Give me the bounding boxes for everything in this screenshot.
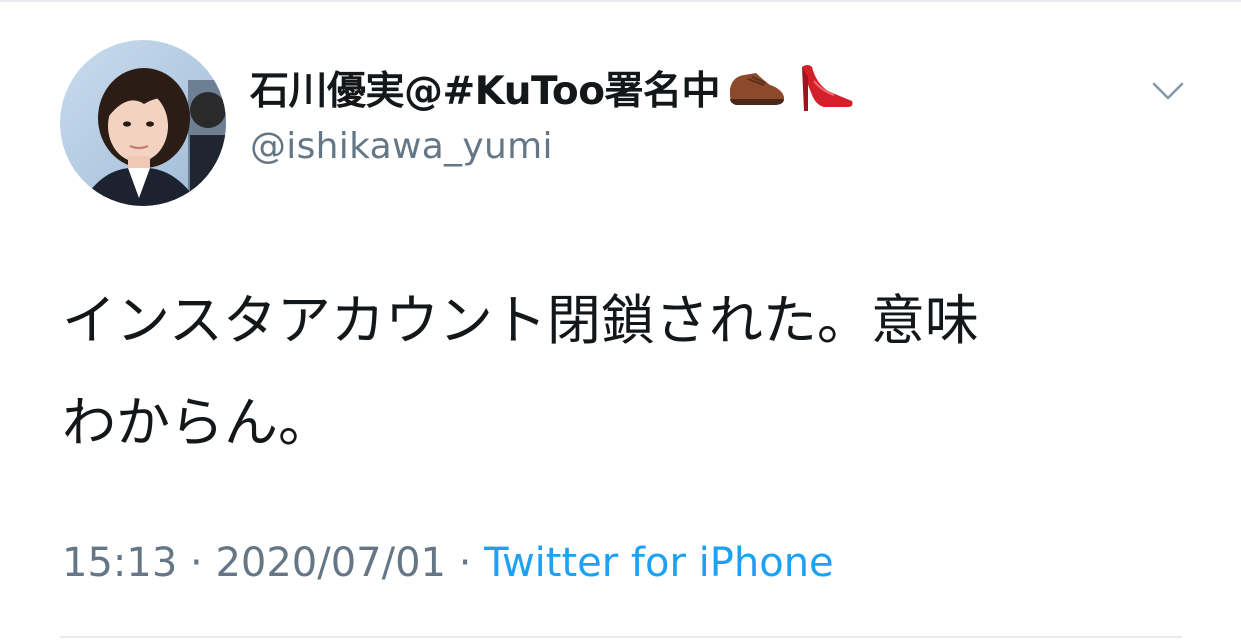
bottom-divider <box>60 636 1182 638</box>
high-heel-icon <box>794 61 856 115</box>
avatar-photo <box>60 40 226 206</box>
chevron-down-icon[interactable] <box>1148 74 1188 106</box>
display-name[interactable]: 石川優実@#KuToo署名中 <box>250 58 856 118</box>
tweet-time: 15:13 <box>62 540 178 586</box>
meta-separator: · <box>445 540 485 586</box>
tweet-source-link[interactable]: Twitter for iPhone <box>484 540 834 586</box>
meta-separator: · <box>177 540 216 586</box>
avatar[interactable] <box>60 40 226 206</box>
tweet-text: インスタアカウント閉鎖された。意味 わからん。 <box>62 289 979 454</box>
tweet-date: 2020/07/01 <box>215 540 446 586</box>
user-handle[interactable]: @ishikawa_yumi <box>250 126 553 167</box>
tweet-card: 石川優実@#KuToo署名中 @ishikawa_yumi インスタアカウント閉… <box>0 0 1241 641</box>
display-name-text: 石川優実@#KuToo署名中 <box>250 69 721 114</box>
mans-shoe-icon <box>726 65 788 111</box>
tweet-metadata: 15:13 · 2020/07/01 · Twitter for iPhone <box>62 540 834 586</box>
